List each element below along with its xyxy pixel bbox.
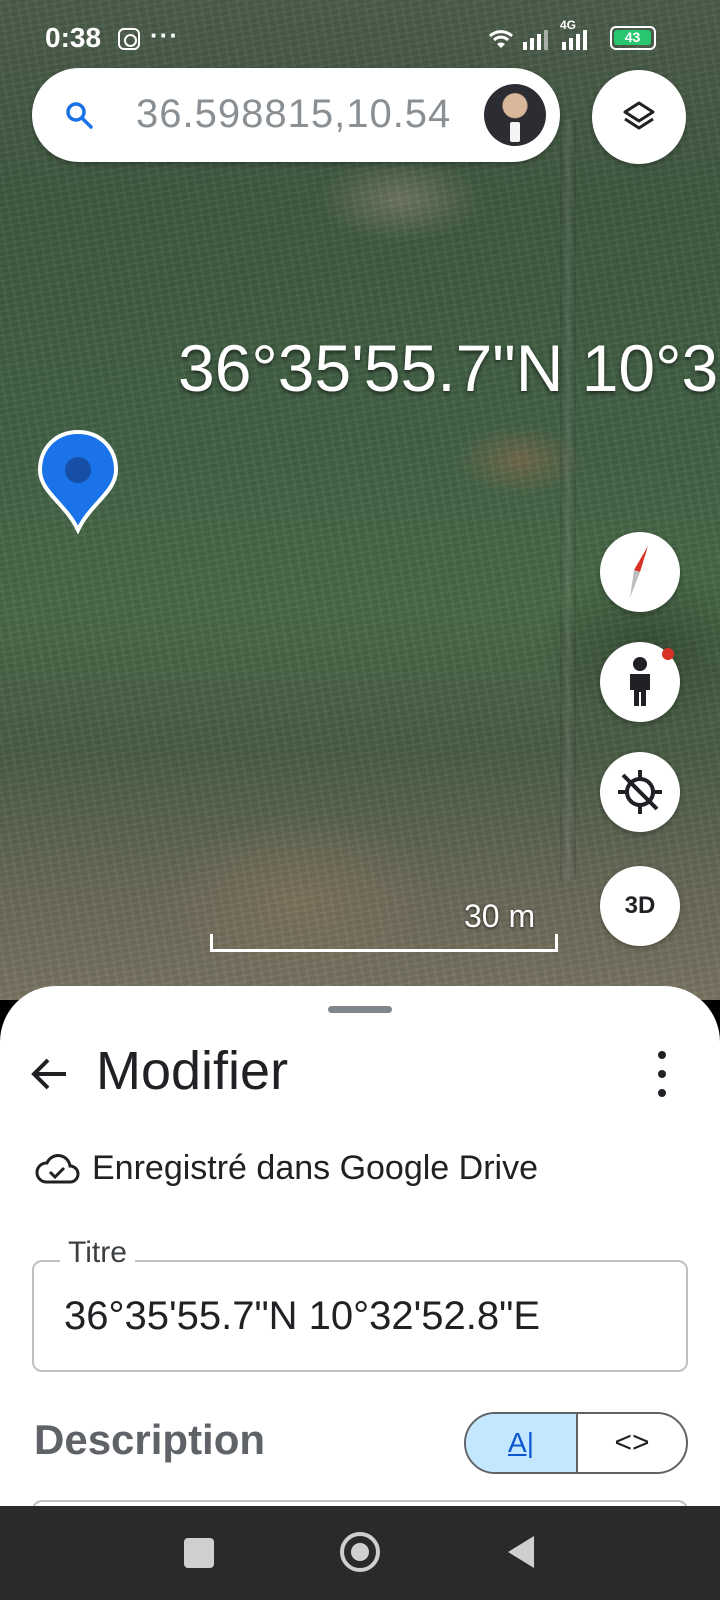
html-format-button[interactable]: <> [578, 1414, 686, 1472]
pegman-icon [630, 657, 650, 706]
back-button[interactable] [508, 1536, 534, 1568]
save-status-text: Enregistré dans Google Drive [92, 1148, 539, 1187]
title-field-value[interactable]: 36°35'55.7"N 10°32'52.8"E [64, 1294, 540, 1339]
signal-icon [523, 30, 548, 50]
drag-handle[interactable] [328, 1006, 392, 1013]
layers-button[interactable] [592, 70, 686, 164]
compass-button[interactable] [600, 532, 680, 612]
recents-button[interactable] [184, 1538, 214, 1568]
dot-icon [658, 1069, 666, 1078]
dot-icon [658, 1088, 666, 1097]
back-arrow-icon[interactable] [28, 1052, 72, 1096]
3d-button[interactable]: 3D [600, 866, 680, 946]
scale-bar [210, 934, 558, 952]
location-off-icon [618, 770, 662, 814]
edit-sheet: Modifier Enregistré dans Google Drive Ti… [0, 986, 720, 1506]
status-more-dots: ··· [150, 20, 179, 50]
more-options-button[interactable] [648, 1046, 676, 1102]
scale-label: 30 m [464, 898, 536, 934]
compass-icon [630, 546, 648, 598]
status-time: 0:38 [45, 22, 102, 53]
map-coordinate-label: 36°35'55.7"N 10°3 [178, 331, 719, 405]
dot-icon [658, 1051, 666, 1060]
layers-icon [623, 101, 655, 130]
format-toggle[interactable]: A| <> [464, 1412, 688, 1474]
title-field[interactable]: Titre 36°35'55.7"N 10°32'52.8"E [32, 1236, 688, 1372]
search-input[interactable]: 36.598815,10.54 [136, 92, 451, 137]
search-icon[interactable] [64, 100, 94, 130]
notification-dot [662, 648, 674, 660]
cloud-done-icon [35, 1154, 80, 1184]
battery-icon: 43 [610, 26, 656, 50]
battery-level: 43 [614, 30, 651, 45]
save-status: Enregistré dans Google Drive [34, 1148, 538, 1188]
search-bar[interactable]: 36.598815,10.54 [32, 68, 560, 162]
text-format-button[interactable]: A| [466, 1414, 578, 1472]
status-bar: 0:38 ··· 4G 43 [0, 0, 720, 76]
street-view-button[interactable] [600, 642, 680, 722]
home-button[interactable] [340, 1532, 380, 1572]
title-field-label: Titre [60, 1236, 135, 1270]
location-pin-icon[interactable] [38, 430, 118, 534]
wifi-icon [488, 30, 514, 48]
avatar[interactable] [484, 84, 546, 146]
instagram-icon [118, 28, 140, 50]
page-title: Modifier [96, 1041, 289, 1101]
description-label: Description [34, 1416, 266, 1463]
my-location-button[interactable] [600, 752, 680, 832]
signal-4g-icon [562, 30, 587, 50]
system-nav-bar [0, 1506, 720, 1600]
